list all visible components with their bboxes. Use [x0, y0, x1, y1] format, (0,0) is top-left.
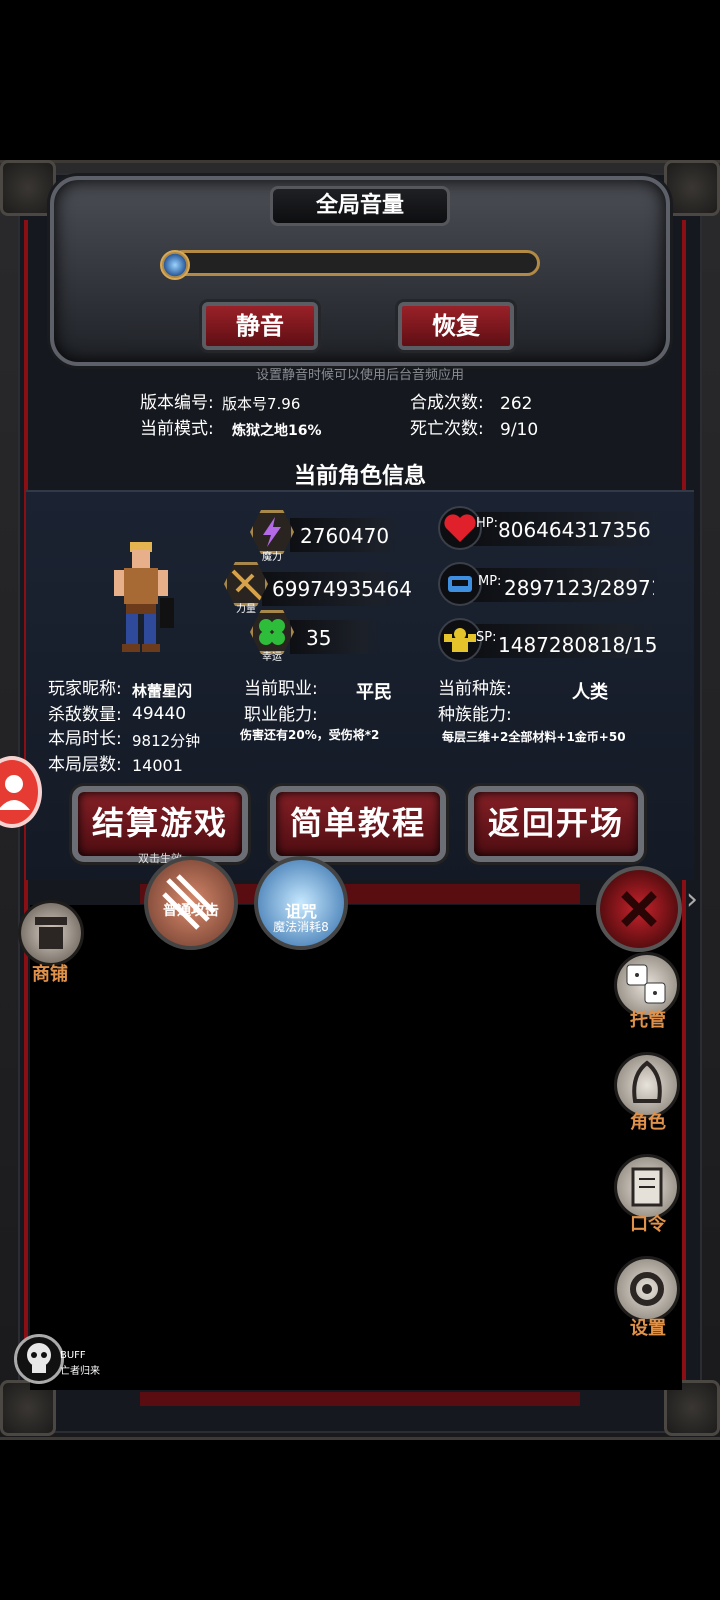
luck-bar — [290, 620, 380, 654]
craft-count-label: 合成次数: — [410, 393, 484, 413]
frame-corner-ornament — [664, 160, 720, 216]
volume-title: 全局音量 — [270, 186, 450, 226]
version-label: 版本编号: — [140, 393, 214, 413]
kills-label: 杀敌数量: — [48, 705, 122, 725]
sp-label: SP: — [476, 630, 497, 645]
restore-button[interactable]: 恢复 — [398, 302, 514, 350]
settings-button[interactable] — [614, 1256, 680, 1322]
mode-value: 炼狱之地16% — [232, 423, 322, 439]
curse-cost: 魔法消耗8 — [273, 920, 329, 934]
sp-value: 1487280818/1535 — [498, 633, 658, 657]
shop-label: 商铺 — [32, 964, 68, 985]
tutorial-button[interactable]: 简单教程 — [270, 786, 446, 862]
buff-badge[interactable] — [14, 1334, 64, 1384]
nickname-value: 林蕾星闪 — [132, 682, 193, 700]
mp-label: MP: — [478, 574, 502, 589]
character-section-title: 当前角色信息 — [293, 464, 426, 489]
kills-value: 49440 — [132, 704, 187, 724]
mp-value: 2897123/289715 — [504, 576, 654, 600]
skull-icon — [27, 1343, 51, 1373]
hp-value: 806464317356 — [498, 518, 651, 542]
bottom-red-bar — [140, 1392, 580, 1406]
volume-hint: 设置静音时候可以使用后台音频应用 — [255, 368, 464, 383]
code-label: 口令 — [630, 1214, 666, 1235]
craft-count-value: 262 — [500, 394, 533, 414]
strength-value: 69974935464 — [272, 577, 412, 601]
normal-attack-label: 普通攻击 — [163, 903, 219, 919]
hp-label: HP: — [476, 516, 498, 531]
race-ability-value: 每层三维+2全部材料+1金币+50 — [442, 730, 626, 744]
version-value: 版本号7.96 — [222, 395, 301, 413]
death-count-value: 9/10 — [500, 420, 539, 440]
settings-label: 设置 — [630, 1318, 666, 1339]
buff-name: 亡者归来 — [60, 1366, 100, 1377]
mana-icon — [438, 562, 482, 606]
luck-value: 35 — [306, 626, 332, 650]
game-screen: 全局音量 静音 恢复 设置静音时候可以使用后台音频应用 版本编号: 版本号7.9… — [0, 0, 720, 1600]
hooded-figure-icon — [632, 1060, 662, 1103]
magic-caption: 魔力 — [262, 552, 282, 563]
race-label: 当前种族: — [438, 679, 512, 699]
buff-title: BUFF — [60, 1350, 86, 1361]
race-value: 人类 — [572, 682, 608, 703]
job-ability-label: 职业能力: — [244, 705, 318, 725]
luck-caption: 幸运 — [262, 652, 282, 663]
frame-corner-ornament — [0, 160, 56, 216]
job-label: 当前职业: — [244, 679, 318, 699]
book-icon — [631, 1167, 663, 1207]
chevron-right-icon[interactable]: › — [686, 882, 698, 917]
nickname-label: 玩家昵称: — [48, 679, 122, 699]
battle-area — [30, 905, 682, 1390]
return-start-button[interactable]: 返回开场 — [468, 786, 644, 862]
shop-icon — [35, 917, 67, 949]
floating-user-bubble[interactable] — [0, 756, 42, 828]
shop-button[interactable] — [18, 900, 84, 966]
gear-icon — [630, 1272, 664, 1306]
race-ability-label: 种族能力: — [438, 705, 512, 725]
job-value: 平民 — [356, 682, 392, 703]
user-icon — [0, 775, 30, 810]
character-avatar — [100, 540, 180, 655]
magic-value: 2760470 — [300, 524, 390, 548]
floors-value: 14001 — [132, 756, 183, 775]
close-icon — [621, 891, 657, 927]
floors-label: 本局层数: — [48, 755, 122, 775]
job-ability-value: 伤害还有20%，受伤将*2 — [240, 728, 380, 742]
auto-play-label: 托管 — [630, 1010, 666, 1031]
duration-label: 本局时长: — [48, 729, 122, 749]
volume-slider[interactable] — [170, 250, 540, 276]
volume-slider-knob[interactable] — [160, 250, 190, 280]
mode-label: 当前模式: — [140, 419, 214, 439]
role-label: 角色 — [630, 1112, 666, 1133]
duration-value: 9812分钟 — [132, 732, 201, 750]
close-button[interactable] — [596, 866, 682, 952]
mute-button[interactable]: 静音 — [202, 302, 318, 350]
death-count-label: 死亡次数: — [410, 419, 484, 439]
